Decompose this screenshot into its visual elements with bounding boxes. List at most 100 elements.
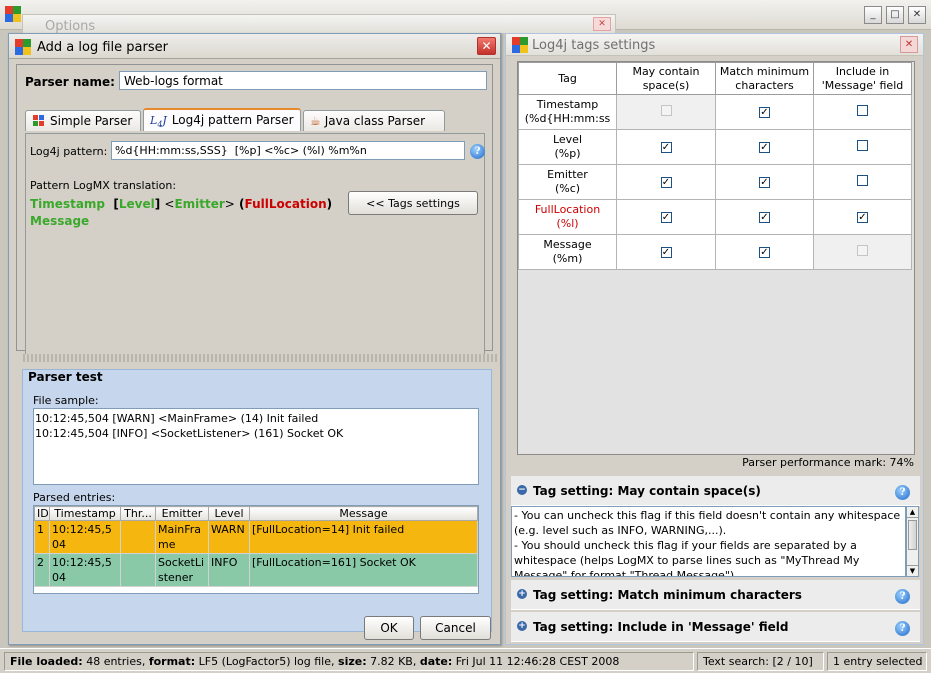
cancel-button[interactable]: Cancel (420, 616, 491, 640)
column-header-may-contain-spaces: May contain space(s) (616, 62, 716, 95)
log4j-tab-panel: Log4j pattern: ? Pattern LogMX translati… (25, 133, 485, 359)
tab-label: Java class Parser (324, 114, 426, 128)
tag-pattern: (%d{HH:mm:ss (524, 112, 611, 125)
date-value: Fri Jul 11 12:46:28 CEST 2008 (455, 655, 620, 668)
tag-row: Emitter (%c) ✓ ✓ (518, 164, 912, 200)
parser-name-input[interactable] (119, 71, 487, 90)
section-may-contain-spaces-header[interactable]: − Tag setting: May contain space(s) ? (511, 476, 920, 506)
include-in-message-checkbox[interactable]: ✓ (857, 212, 868, 223)
close-app-button[interactable]: ✕ (908, 6, 926, 24)
translation-bracket-close: ] (154, 197, 161, 211)
tab-label: Simple Parser (50, 114, 133, 128)
maximize-button[interactable]: □ (886, 6, 904, 24)
section-include-in-message-header[interactable]: + Tag setting: Include in 'Message' fiel… (511, 612, 920, 642)
minimize-button[interactable]: _ (864, 6, 882, 24)
column-header-message[interactable]: Message (249, 506, 478, 521)
cell-thread (120, 553, 156, 587)
description-scrollbar[interactable]: ▲ ▼ (906, 506, 919, 577)
cell-id: 1 (34, 520, 50, 554)
include-in-message-checkbox[interactable] (857, 104, 868, 116)
dialog-close-button[interactable]: ✕ (477, 37, 496, 55)
translation-message: Message (30, 214, 90, 228)
table-row[interactable]: 2 10:12:45,504 SocketListener INFO [Full… (34, 553, 478, 587)
tag-pattern: (%l) (556, 217, 579, 230)
tag-pattern: (%m) (552, 252, 583, 265)
help-icon[interactable]: ? (895, 621, 910, 636)
match-min-chars-checkbox[interactable]: ✓ (759, 212, 770, 223)
include-in-message-cell (813, 164, 912, 200)
size-label: size: (338, 655, 367, 668)
tag-name: FullLocation (534, 203, 601, 216)
parser-test-title: Parser test (28, 370, 103, 384)
options-window-title: Options (45, 19, 96, 34)
tag-name-cell: Level (%p) (518, 129, 617, 165)
ok-button[interactable]: OK (364, 616, 414, 640)
tags-window-close-icon[interactable]: ✕ (900, 36, 918, 53)
logmx-app-icon (5, 6, 21, 22)
include-in-message-checkbox[interactable] (857, 174, 868, 186)
match-min-chars-cell: ✓ (715, 129, 814, 165)
file-sample-line: 10:12:45,504 [WARN] <MainFrame> (14) Ini… (35, 412, 319, 425)
tag-row: FullLocation (%l) ✓ ✓ ✓ (518, 199, 912, 235)
tags-table: Tag May contain space(s) Match minimum c… (517, 61, 915, 455)
column-header-timestamp[interactable]: Timestamp (49, 506, 121, 521)
tags-settings-button[interactable]: << Tags settings (348, 191, 478, 215)
format-label: format: (148, 655, 196, 668)
options-close-icon[interactable]: ✕ (593, 17, 611, 31)
may-contain-spaces-checkbox[interactable]: ✓ (660, 212, 672, 223)
file-sample-textarea[interactable]: 10:12:45,504 [WARN] <MainFrame> (14) Ini… (33, 408, 479, 485)
cell-emitter: MainFrame (155, 520, 209, 554)
scroll-up-icon[interactable]: ▲ (907, 507, 918, 518)
collapse-icon: − (517, 485, 527, 495)
may-contain-spaces-checkbox[interactable]: ✓ (660, 142, 672, 153)
description-line: - You can uncheck this flag if this fiel… (514, 509, 901, 577)
help-icon[interactable]: ? (470, 144, 485, 159)
may-contain-spaces-checkbox[interactable]: ✓ (660, 177, 672, 188)
include-in-message-cell (813, 94, 912, 130)
may-contain-spaces-checkbox[interactable]: ✓ (660, 247, 672, 258)
column-header-include-in-message: Include in 'Message' field (813, 62, 912, 95)
match-min-chars-cell: ✓ (715, 164, 814, 200)
tag-pattern: (%c) (554, 182, 581, 195)
log4j-pattern-input[interactable] (111, 141, 465, 160)
may-contain-spaces-cell: ✓ (616, 199, 716, 235)
help-icon[interactable]: ? (895, 485, 910, 500)
match-min-chars-checkbox[interactable]: ✓ (759, 247, 770, 258)
section-match-min-chars-header[interactable]: + Tag setting: Match minimum characters … (511, 580, 920, 610)
tag-pattern: (%p) (554, 147, 581, 160)
may-contain-spaces-cell: ✓ (616, 234, 716, 270)
tab-log4j-pattern-parser[interactable]: L4J Log4j pattern Parser (143, 108, 301, 131)
splitter-handle[interactable] (23, 354, 499, 362)
cell-timestamp: 10:12:45,504 (49, 553, 121, 587)
tab-java-class-parser[interactable]: ☕ Java class Parser (303, 110, 445, 131)
scroll-thumb[interactable] (908, 520, 917, 550)
column-header-id[interactable]: ID (34, 506, 50, 521)
parser-test-panel: Parser test File sample: 10:12:45,504 [W… (22, 369, 492, 632)
help-icon[interactable]: ? (895, 589, 910, 604)
include-in-message-checkbox[interactable] (857, 139, 868, 151)
options-window-titlebar: Options ✕ (22, 14, 616, 34)
match-min-chars-checkbox[interactable]: ✓ (759, 107, 770, 118)
tag-name-cell: Message (%m) (518, 234, 617, 270)
match-min-chars-cell: ✓ (715, 234, 814, 270)
column-header-level[interactable]: Level (208, 506, 250, 521)
translation-emitter: Emitter (174, 197, 225, 211)
column-header-emitter[interactable]: Emitter (155, 506, 209, 521)
cell-thread (120, 520, 156, 554)
table-row[interactable]: 1 10:12:45,504 MainFrame WARN [FullLocat… (34, 520, 478, 554)
translation-paren-close: ) (326, 197, 333, 211)
scroll-down-icon[interactable]: ▼ (907, 565, 918, 576)
tag-name-cell: Emitter (%c) (518, 164, 617, 200)
parsed-entries-table: ID Timestamp Thr... Emitter Level Messag… (33, 505, 479, 594)
match-min-chars-checkbox[interactable]: ✓ (759, 177, 770, 188)
column-header-thread[interactable]: Thr... (120, 506, 156, 521)
tag-name: Message (543, 238, 592, 251)
parser-config-panel: Parser name: Simple Parser L4J Log4j patt… (16, 64, 493, 359)
may-contain-spaces-cell (616, 94, 716, 130)
tab-simple-parser[interactable]: Simple Parser (25, 110, 141, 131)
size-value: 7.82 KB, (370, 655, 417, 668)
match-min-chars-checkbox[interactable]: ✓ (759, 142, 770, 153)
translation-lt: < (164, 197, 175, 211)
selection-status: 1 entry selected (827, 652, 927, 671)
format-value: LF5 (LogFactor5) log file, (198, 655, 335, 668)
